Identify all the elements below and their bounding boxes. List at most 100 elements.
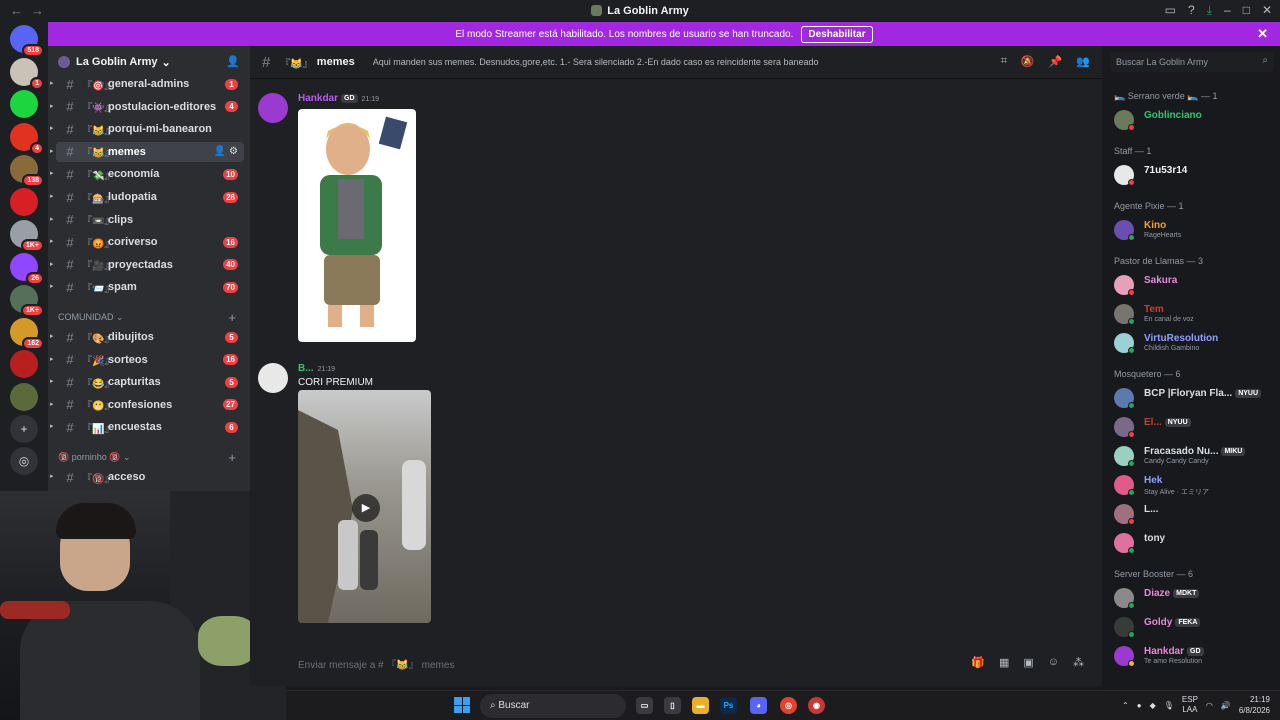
channel-economía[interactable]: ▸ # 『💸』 economía 10 (50, 164, 244, 184)
clock[interactable]: 21:19 6/8/2026 (1239, 694, 1270, 716)
explore-icon[interactable]: ◎ (10, 447, 38, 475)
avatar[interactable] (258, 363, 288, 393)
wifi-icon[interactable]: ◠ (1206, 701, 1213, 710)
author-name[interactable]: Hankdar (298, 93, 338, 104)
channel-confesiones[interactable]: ▸ # 『😬』 confesiones 27 (50, 395, 244, 415)
member-item[interactable]: L... (1110, 501, 1276, 527)
category-comunidad[interactable]: COMUNIDAD ⌄ + (58, 310, 240, 325)
member-item[interactable]: tony (1110, 530, 1276, 556)
member-item[interactable]: 71u53r14 (1110, 162, 1276, 188)
member-item[interactable]: El... NYUU (1110, 414, 1276, 440)
tray-app-icon[interactable]: ● (1137, 701, 1142, 710)
server-icon[interactable]: 1 (10, 57, 44, 90)
channel-memes[interactable]: ▸ # 『😹』 memes 👤 ⚙ (50, 141, 244, 162)
member-item[interactable]: Goblinciano (1110, 107, 1276, 133)
volume-icon[interactable]: 🔊 (1221, 701, 1231, 710)
maximize-icon[interactable]: □ (1243, 3, 1250, 18)
chrome-icon[interactable]: ◎ (780, 697, 797, 714)
members-icon[interactable]: 👥 (1076, 55, 1090, 68)
channel-acceso[interactable]: ▸ # 『🔞』 acceso (50, 467, 244, 487)
server-icon[interactable]: 162 (10, 317, 44, 350)
channel-sorteos[interactable]: ▸ # 『🎉』 sorteos 16 (50, 350, 244, 370)
inbox-icon[interactable]: ▭ (1165, 3, 1176, 18)
tray-app-icon-2[interactable]: ◆ (1150, 701, 1156, 710)
server-icon[interactable]: 138 (10, 155, 44, 187)
close-window-icon[interactable]: ✕ (1262, 3, 1272, 18)
unread-dot: ▸ (50, 355, 54, 363)
pin-icon[interactable]: 📌 (1049, 55, 1063, 68)
member-activity: Stay Alive · エミリア (1144, 489, 1209, 496)
app-icon[interactable]: ◉ (808, 697, 825, 714)
mic-icon[interactable]: 🎙 (1164, 701, 1174, 710)
member-item[interactable]: Goldy FEKA (1110, 614, 1276, 640)
channel-dibujitos[interactable]: ▸ # 『🎨』 dibujitos 5 (50, 327, 244, 347)
channel-spam[interactable]: ▸ # 『📨』 spam 70 (50, 277, 244, 297)
server-icon[interactable]: 4 (10, 122, 44, 155)
help-icon[interactable]: ? (1188, 3, 1195, 18)
server-icon[interactable]: 1K+ (10, 285, 44, 317)
discord-taskbar-icon[interactable]: ◕ (750, 697, 767, 714)
hash-icon: # (66, 257, 74, 273)
message-author[interactable]: B... 21:19 (298, 363, 335, 374)
emoji-icon[interactable]: ☺ (1048, 656, 1059, 669)
member-item[interactable]: BCP |Floryan Fla... NYUU (1110, 385, 1276, 411)
add-channel-icon[interactable]: + (228, 450, 236, 465)
disable-streamer-button[interactable]: Deshabilitar (801, 25, 873, 43)
member-item[interactable]: Fracasado Nu... MIKU Candy Candy Candy (1110, 443, 1276, 469)
message-composer[interactable]: Enviar mensaje a # 『😹』 memes 🎁 ▦ ▣ ☺ ⁂ (286, 648, 1094, 678)
meme-image[interactable] (298, 109, 416, 342)
member-item[interactable]: Diaze MDKT (1110, 585, 1276, 611)
sticker-icon[interactable]: ▣ (1023, 656, 1033, 669)
channel-capturitas[interactable]: ▸ # 『😂』 capturitas 5 (50, 372, 244, 392)
message-author[interactable]: Hankdar GD 21:19 (298, 93, 379, 104)
member-item[interactable]: VirtuResolution Childish Gambino (1110, 330, 1276, 356)
folder-icon[interactable]: ▬ (692, 697, 709, 714)
download-icon[interactable]: ⤓ (1207, 3, 1212, 18)
member-item[interactable]: Hankdar GD Te amo Resolution (1110, 643, 1276, 669)
server-icon[interactable] (10, 350, 38, 378)
server-icon[interactable]: 1K+ (10, 220, 44, 252)
taskbar-search[interactable]: ⌕ Buscar (480, 694, 626, 718)
member-item[interactable]: Sakura (1110, 272, 1276, 298)
language-indicator[interactable]: ESP LAA (1182, 695, 1198, 715)
search-input[interactable]: Buscar La Goblin Army ⌕ (1110, 52, 1274, 72)
channel-coriverso[interactable]: ▸ # 『😡』 coriverso 16 (50, 232, 244, 252)
avatar[interactable] (258, 93, 288, 123)
close-banner-icon[interactable]: ✕ (1257, 26, 1268, 42)
server-icon[interactable] (10, 90, 38, 118)
member-item[interactable]: Kino RageHearts (1110, 217, 1276, 243)
channel-clips[interactable]: ▸ # 『📼』 clips (50, 210, 244, 230)
gift-icon[interactable]: 🎁 (971, 656, 985, 669)
author-name[interactable]: B... (298, 363, 314, 374)
channel-postulacion-editores[interactable]: ▸ # 『👾』 postulacion-editores 4 (50, 97, 244, 117)
apps-icon[interactable]: ⁂ (1073, 656, 1084, 669)
chevron-up-icon[interactable]: ⌃ (1122, 701, 1129, 710)
member-item[interactable]: Hek Stay Alive · エミリア (1110, 472, 1276, 498)
server-icon[interactable] (10, 187, 38, 216)
channel-settings-icon[interactable]: 👤 ⚙ (214, 146, 238, 157)
threads-icon[interactable]: ⌗ (1001, 55, 1007, 68)
channel-topic[interactable]: Aqui manden sus memes. Desnudos,gore,etc… (373, 57, 819, 67)
task-view-icon[interactable]: ▭ (636, 697, 653, 714)
channel-encuestas[interactable]: ▸ # 『📊』 encuestas 6 (50, 417, 244, 437)
photoshop-icon[interactable]: Ps (720, 697, 737, 714)
channel-ludopatia[interactable]: ▸ # 『🎰』 ludopatia 26 (50, 187, 244, 207)
server-icon[interactable]: 518 (10, 25, 44, 57)
add-member-icon[interactable]: 👤 (226, 55, 240, 68)
channel-proyectadas[interactable]: ▸ # 『🎥』 proyectadas 40 (50, 255, 244, 275)
channel-porqui-mi-banearon[interactable]: ▸ # 『😹』 porqui-mi-banearon (50, 119, 244, 139)
mute-bell-icon[interactable]: 🔕 (1021, 55, 1035, 68)
channel-general-admins[interactable]: ▸ # 『🎯』 general-admins 1 (50, 74, 244, 94)
category-porninho[interactable]: 🔞 porninho 🔞 ⌄ + (58, 450, 240, 465)
play-icon[interactable]: ▶ (352, 494, 380, 522)
windows-start-icon[interactable] (454, 697, 470, 713)
server-icon[interactable]: 26 (10, 252, 44, 285)
minimize-icon[interactable]: – (1224, 3, 1231, 18)
file-icon[interactable]: ▯ (664, 697, 681, 714)
member-item[interactable]: Tem En canal de voz (1110, 301, 1276, 327)
video-attachment[interactable]: ▶ (298, 390, 431, 623)
gif-icon[interactable]: ▦ (999, 656, 1009, 669)
server-icon[interactable] (10, 382, 38, 411)
add-channel-icon[interactable]: + (228, 310, 236, 325)
add-server-icon[interactable]: + (10, 415, 38, 443)
